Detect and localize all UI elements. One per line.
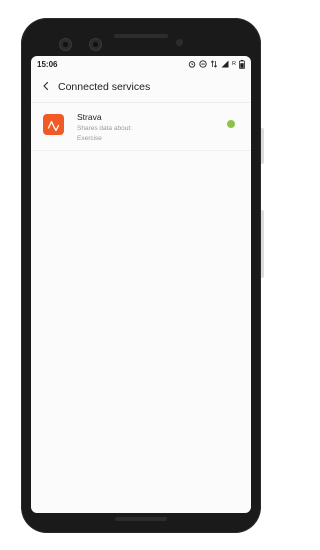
front-camera-secondary — [89, 38, 102, 51]
back-button[interactable] — [36, 77, 56, 97]
service-item-strava[interactable]: Strava Shares data about: Exercise — [31, 103, 251, 151]
status-bar: 15:06 R — [31, 56, 251, 72]
front-camera — [59, 38, 72, 51]
service-name: Strava — [77, 112, 102, 122]
phone-frame: 15:06 R Connected services Strava Shares… — [21, 18, 261, 533]
volume-button — [261, 210, 264, 278]
connection-status-dot — [227, 120, 235, 128]
page-title: Connected services — [58, 81, 151, 93]
battery-icon — [239, 59, 245, 69]
status-icons: R — [188, 59, 245, 69]
power-button — [261, 128, 264, 164]
screen: 15:06 R Connected services Strava Shares… — [31, 56, 251, 513]
roaming-indicator: R — [232, 61, 236, 67]
signal-icon — [221, 60, 229, 68]
alarm-icon — [188, 60, 196, 68]
bottom-speaker — [115, 517, 167, 521]
service-desc-line2: Exercise — [77, 135, 102, 142]
service-description: Shares data about: Exercise — [77, 124, 177, 144]
dnd-icon — [199, 60, 207, 68]
data-arrows-icon — [210, 60, 218, 68]
proximity-sensor — [176, 39, 183, 46]
earpiece-speaker — [114, 34, 168, 38]
strava-logo-icon — [43, 114, 64, 135]
service-desc-line1: Shares data about: — [77, 125, 132, 132]
app-header: Connected services — [31, 72, 251, 103]
status-time: 15:06 — [37, 59, 58, 69]
chevron-left-icon — [41, 78, 51, 96]
